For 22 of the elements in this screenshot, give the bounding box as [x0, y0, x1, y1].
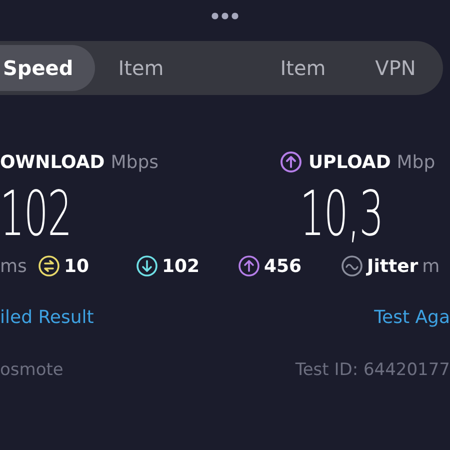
- unit-label: Mbps: [110, 152, 159, 172]
- upload-icon: [280, 151, 302, 173]
- stat-value: 10: [64, 256, 90, 276]
- stat-value: 102: [162, 256, 200, 276]
- tab[interactable]: VPN: [348, 45, 443, 91]
- tab[interactable]: Item: [95, 45, 187, 91]
- provider-name: osmote: [0, 360, 64, 380]
- unit-label: m: [422, 256, 440, 276]
- result-label: OWNLOAD: [0, 152, 105, 172]
- stat-value: 456: [264, 256, 302, 276]
- result-label: UPLOAD: [308, 152, 391, 172]
- unit-label: Mbp: [396, 152, 436, 172]
- tab[interactable]: Speed: [0, 45, 95, 91]
- tab[interactable]: Item: [258, 45, 348, 91]
- more-icon[interactable]: [211, 12, 239, 20]
- test-id: Test ID: 64420177: [295, 360, 450, 380]
- speed-value: 102: [0, 179, 73, 249]
- unit-label: ms: [0, 256, 27, 276]
- stat-label: Jitter: [367, 256, 418, 276]
- link[interactable]: iled Result: [0, 307, 94, 328]
- speed-value: 10,3: [300, 179, 385, 249]
- link[interactable]: Test Aga: [374, 307, 450, 328]
